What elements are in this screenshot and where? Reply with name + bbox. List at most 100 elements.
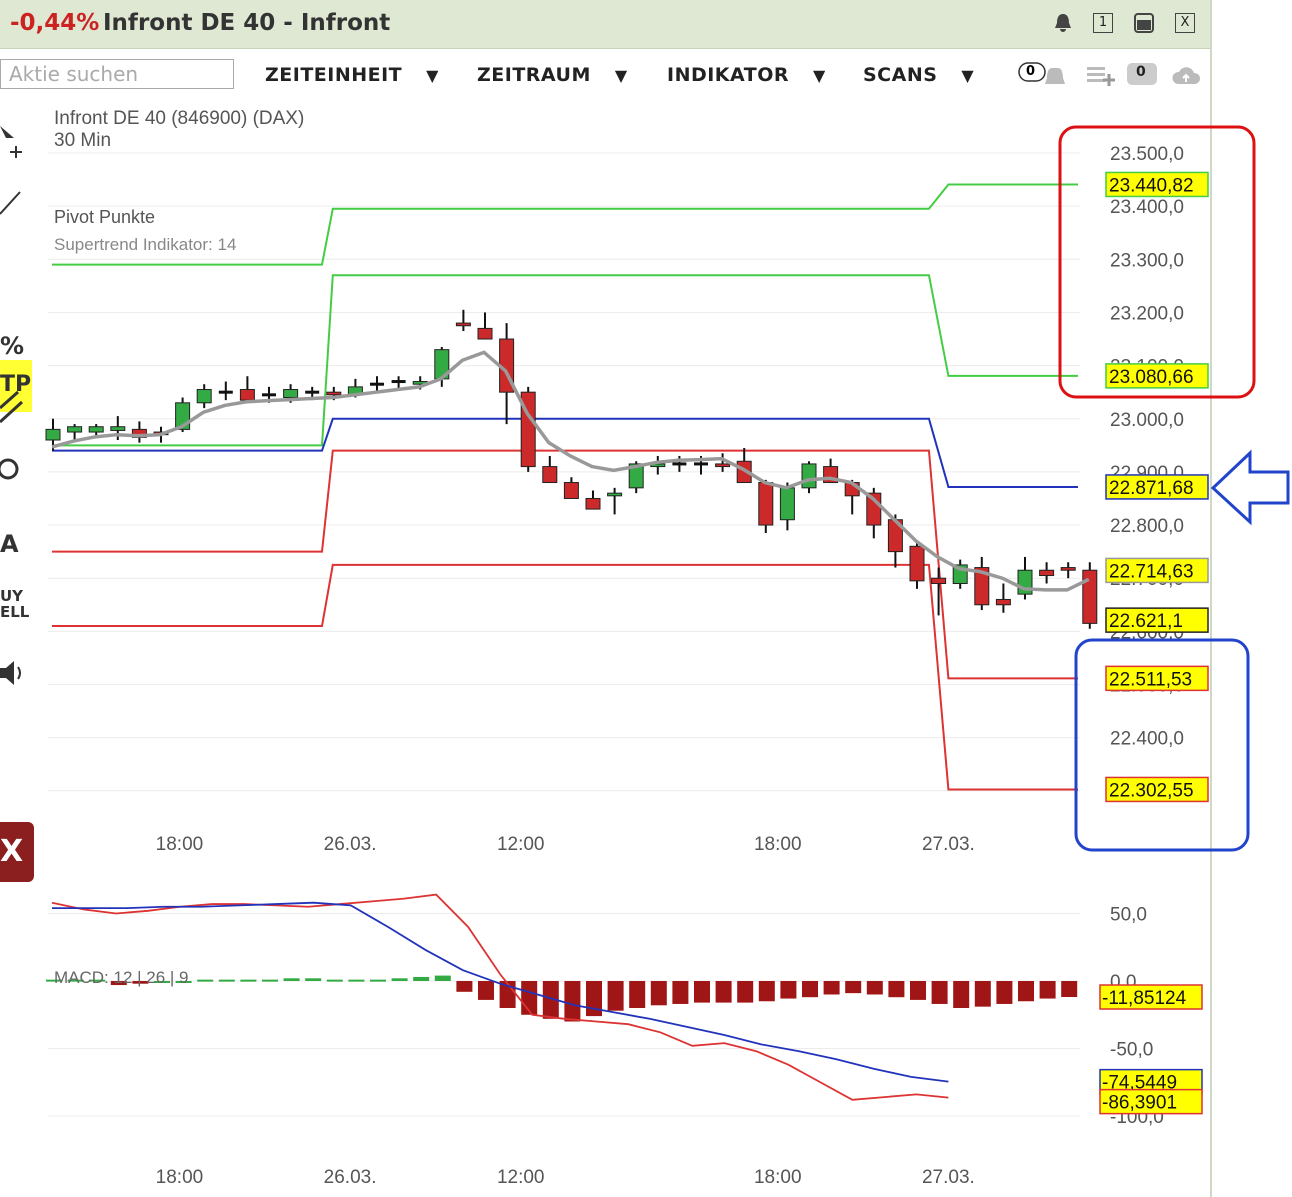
pivot-line: [52, 275, 1078, 445]
macd-tick-label: -50,0: [1110, 1040, 1153, 1061]
macd-title: MACD: 12 | 26 | 9: [54, 968, 189, 987]
supertrend-path: [52, 352, 1089, 590]
candle-body: [456, 323, 470, 326]
pivot-line: [52, 565, 1078, 790]
macd-x-tick-label: 18:00: [754, 1167, 802, 1188]
macd-bar: [867, 981, 883, 995]
window-title: Infront DE 40 - Infront: [103, 10, 390, 36]
macd-x-tick-label: 27.03.: [922, 1167, 975, 1188]
macd-bar: [932, 981, 948, 1004]
macd-bar: [456, 981, 472, 992]
macd-bar: [197, 980, 213, 982]
minimize-icon[interactable]: [1133, 12, 1155, 34]
badge-count: 0: [1026, 64, 1035, 79]
macd-label: -11,85124: [1102, 988, 1187, 1009]
macd-bar: [305, 978, 321, 981]
chart-subtitle: 30 Min: [54, 130, 111, 151]
macd-bar: [910, 981, 926, 1000]
window-1-button[interactable]: 1: [1093, 13, 1113, 33]
macd-x-tick-label: 26.03.: [324, 1167, 377, 1188]
add-list-icon[interactable]: [1085, 62, 1117, 90]
title-bar: -0,44% Infront DE 40 - Infront 1 X: [0, 0, 1210, 49]
candle-body: [197, 390, 211, 403]
candle-body: [1040, 570, 1054, 575]
macd-bar: [370, 980, 386, 982]
candle-body: [586, 498, 600, 509]
macd-bar: [327, 980, 343, 982]
macd-x-tick-label: 12:00: [497, 1167, 545, 1188]
alert-bell-icon[interactable]: 0: [1018, 62, 1072, 94]
candle-body: [478, 328, 492, 339]
candles: [46, 310, 1097, 629]
menu-zeiteinheit[interactable]: ZEITEINHEIT ▼: [265, 64, 439, 86]
x-tick-label: 12:00: [497, 834, 545, 855]
arrow-left-icon: [1213, 453, 1288, 522]
macd-bar: [716, 981, 732, 1003]
chart-title: Infront DE 40 (846900) (DAX): [54, 108, 304, 129]
menu-indikator[interactable]: INDIKATOR▼: [667, 64, 826, 86]
menu-label: SCANS: [863, 64, 937, 86]
chevron-down-icon: ▼: [615, 66, 628, 85]
macd-bar: [284, 978, 300, 981]
y-tick-label: 23.500,0: [1110, 144, 1184, 165]
candle-body: [1061, 568, 1075, 571]
macd-bar: [651, 981, 667, 1005]
price-label: 23.080,66: [1109, 367, 1194, 388]
macd-x-tick-label: 18:00: [156, 1167, 204, 1188]
search-input[interactable]: Aktie suchen: [0, 59, 234, 89]
macd-bar: [435, 976, 451, 981]
chevron-down-icon: ▼: [426, 66, 439, 85]
candle-body: [716, 464, 730, 467]
price-label: 22.302,55: [1109, 780, 1194, 801]
macd-bar: [996, 981, 1012, 1004]
menu-label: ZEITRAUM: [477, 64, 591, 86]
macd-bar: [975, 981, 991, 1007]
messages-icon[interactable]: 0: [1126, 62, 1160, 94]
macd-bar: [413, 977, 429, 981]
bell-icon[interactable]: [1052, 12, 1074, 34]
candle-body: [759, 483, 773, 526]
macd-label: -86,3901: [1102, 1093, 1177, 1114]
chart-area[interactable]: 23.500,023.400,023.300,023.200,023.100,0…: [0, 100, 1292, 1197]
legend-pivot: Pivot Punkte: [54, 207, 155, 227]
close-button[interactable]: X: [1175, 13, 1195, 33]
y-tick-label: 22.800,0: [1110, 516, 1184, 537]
x-tick-label: 18:00: [156, 834, 204, 855]
candle-body: [780, 488, 794, 520]
price-label: 22.621,1: [1109, 611, 1183, 632]
candle-body: [89, 427, 103, 432]
x-tick-label: 18:00: [754, 834, 802, 855]
macd-bar: [1018, 981, 1034, 1001]
x-tick-label: 27.03.: [922, 834, 975, 855]
legend-supertrend: Supertrend Indikator: 14: [54, 235, 236, 254]
gridlines: [48, 153, 1080, 1116]
menu-zeitraum[interactable]: ZEITRAUM ▼: [477, 64, 628, 86]
candle-body: [996, 599, 1010, 604]
macd-bar: [759, 981, 775, 1001]
macd-bar: [780, 981, 796, 999]
price-label: 22.714,63: [1109, 561, 1194, 582]
price-label: 22.511,53: [1109, 669, 1192, 690]
y-axis: 23.500,023.400,023.300,023.200,023.100,0…: [1110, 144, 1184, 1128]
macd-bar: [586, 981, 602, 1016]
candle-body: [910, 546, 924, 581]
candle-body: [543, 467, 557, 483]
macd-bar: [392, 978, 408, 981]
macd-bar: [629, 981, 645, 1008]
macd-bar: [824, 981, 840, 995]
macd-bar: [1040, 981, 1056, 999]
macd-bar: [478, 981, 494, 1000]
macd-bar: [608, 981, 624, 1011]
badge-count: 0: [1136, 64, 1146, 80]
macd-bar: [1061, 981, 1077, 997]
macd-bar: [888, 981, 904, 997]
candle-body: [240, 390, 254, 401]
price-label: 23.440,82: [1109, 175, 1194, 196]
menu-label: ZEITEINHEIT: [265, 64, 402, 86]
macd-panel: -11,85124-74,5449-86,3901: [46, 895, 1202, 1114]
y-tick-label: 23.200,0: [1110, 303, 1184, 324]
cloud-icon[interactable]: [1170, 62, 1202, 90]
menu-scans[interactable]: SCANS▼: [863, 64, 974, 86]
macd-bar: [219, 980, 235, 982]
macd-bar: [802, 981, 818, 997]
